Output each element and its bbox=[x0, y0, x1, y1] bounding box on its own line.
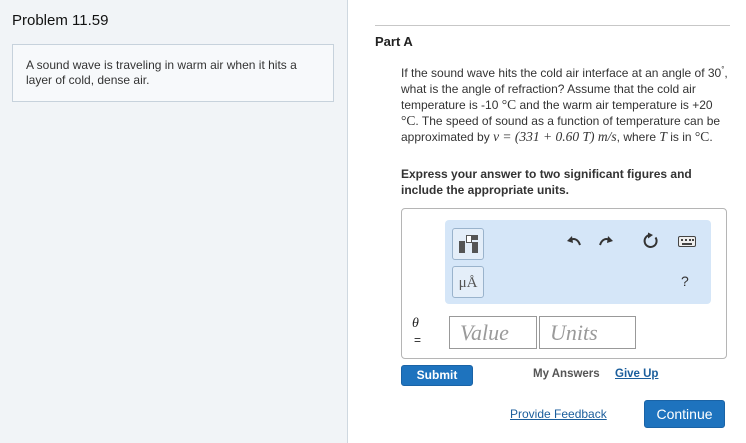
part-title: Part A bbox=[375, 34, 413, 49]
redo-icon[interactable] bbox=[597, 232, 615, 250]
equals-sign: = bbox=[414, 333, 422, 347]
units-button[interactable]: μÅ bbox=[452, 266, 484, 298]
part-panel: Part A If the sound wave hits the cold a… bbox=[349, 0, 746, 443]
unit-celsius: °C bbox=[401, 113, 416, 128]
problem-intro-box: A sound wave is traveling in warm air wh… bbox=[12, 44, 334, 102]
value-input[interactable]: Value bbox=[449, 316, 537, 349]
answer-variable: θ bbox=[412, 316, 419, 331]
undo-icon[interactable] bbox=[565, 232, 583, 250]
reset-icon[interactable] bbox=[642, 232, 660, 250]
temperature-variable: T bbox=[659, 129, 667, 144]
templates-button[interactable] bbox=[452, 228, 484, 260]
continue-button[interactable]: Continue bbox=[644, 400, 725, 428]
problem-intro-text: A sound wave is traveling in warm air wh… bbox=[26, 58, 297, 87]
answer-box: μÅ ? θ = Value Units bbox=[401, 208, 727, 359]
problem-title: Problem 11.59 bbox=[12, 12, 109, 29]
provide-feedback-link[interactable]: Provide Feedback bbox=[510, 407, 607, 421]
math-toolbar: μÅ ? bbox=[445, 220, 711, 304]
keyboard-icon[interactable] bbox=[678, 236, 696, 247]
speed-formula: v = (331 + 0.60 T) m/s bbox=[493, 129, 617, 144]
my-answers-label: My Answers bbox=[533, 368, 600, 380]
question-text: If the sound wave hits the cold air inte… bbox=[401, 65, 728, 144]
unit-celsius: °C bbox=[501, 97, 517, 112]
submit-button[interactable]: Submit bbox=[401, 365, 473, 386]
help-button[interactable]: ? bbox=[681, 273, 689, 289]
units-input[interactable]: Units bbox=[539, 316, 636, 349]
part-divider bbox=[375, 25, 730, 26]
unit-celsius: °C bbox=[694, 129, 710, 144]
problem-sidebar: Problem 11.59 A sound wave is traveling … bbox=[0, 0, 348, 443]
answer-instruction: Express your answer to two significant f… bbox=[401, 167, 692, 197]
give-up-link[interactable]: Give Up bbox=[615, 368, 658, 380]
